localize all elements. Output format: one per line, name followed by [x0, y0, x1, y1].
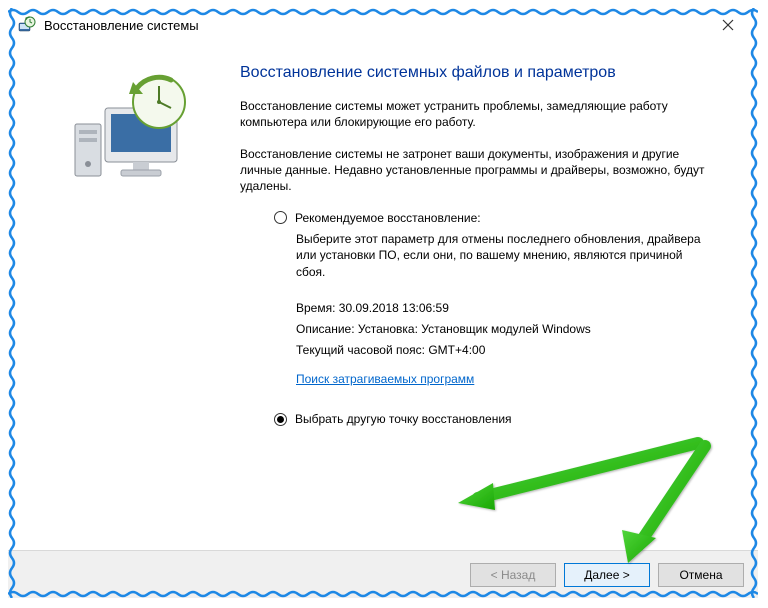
restore-timezone: Текущий часовой пояс: GMT+4:00	[296, 341, 734, 360]
intro-paragraph-1: Восстановление системы может устранить п…	[240, 98, 710, 130]
cancel-button[interactable]: Отмена	[658, 563, 744, 587]
radio-recommended-label[interactable]: Рекомендуемое восстановление:	[295, 211, 481, 225]
restore-icon	[16, 15, 36, 35]
option-choose-another: Выбрать другую точку восстановления	[274, 412, 734, 426]
recommended-description: Выберите этот параметр для отмены послед…	[296, 231, 706, 281]
restore-illustration-icon	[63, 68, 193, 191]
close-button[interactable]	[708, 11, 748, 39]
restore-time: Время: 30.09.2018 13:06:59	[296, 299, 734, 318]
illustration-column	[28, 62, 228, 540]
option-recommended: Рекомендуемое восстановление: Выберите э…	[274, 211, 734, 403]
next-button[interactable]: Далее >	[564, 563, 650, 587]
restore-description: Описание: Установка: Установщик модулей …	[296, 320, 734, 339]
page-heading: Восстановление системных файлов и параме…	[240, 62, 734, 84]
intro-paragraph-2: Восстановление системы не затронет ваши …	[240, 146, 710, 195]
radio-recommended-row[interactable]: Рекомендуемое восстановление:	[274, 211, 734, 225]
radio-choose-another[interactable]	[274, 413, 287, 426]
window-title: Восстановление системы	[44, 18, 199, 33]
dialog-window: Восстановление системы	[8, 8, 758, 598]
affected-programs-link[interactable]: Поиск затрагиваемых программ	[296, 372, 474, 386]
back-button: < Назад	[470, 563, 556, 587]
radio-choose-row[interactable]: Выбрать другую точку восстановления	[274, 412, 734, 426]
content-area: Восстановление системных файлов и параме…	[8, 42, 758, 550]
button-bar: < Назад Далее > Отмена	[8, 550, 758, 598]
titlebar: Восстановление системы	[8, 8, 758, 42]
radio-recommended[interactable]	[274, 211, 287, 224]
text-column: Восстановление системных файлов и параме…	[228, 62, 734, 540]
radio-choose-label[interactable]: Выбрать другую точку восстановления	[295, 412, 512, 426]
